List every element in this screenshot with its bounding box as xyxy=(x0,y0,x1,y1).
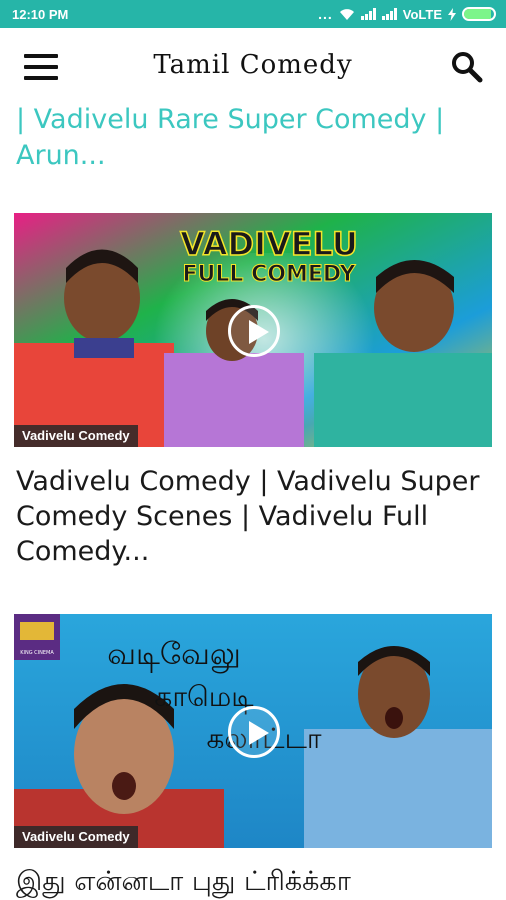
video-title[interactable]: Vadivelu Comedy | Vadivelu Super Comedy … xyxy=(16,464,490,569)
status-time: 12:10 PM xyxy=(12,6,69,22)
video-thumbnail[interactable]: KING CINEMA வடிவேலு காமெடி கலாட்டா Vadiv… xyxy=(14,614,492,848)
channel-badge: Vadivelu Comedy xyxy=(14,425,138,447)
signal-icon xyxy=(360,8,376,20)
video-title[interactable]: இது என்னடா புது ட்ரிக்க்கா xyxy=(16,864,490,899)
status-bar: 12:10 PM ... VoLTE xyxy=(0,0,506,28)
charging-icon xyxy=(448,7,456,21)
video-thumbnail[interactable]: VADIVELU FULL COMEDY Vadivelu Comedy xyxy=(14,213,492,447)
play-icon[interactable] xyxy=(228,305,280,357)
thumbnail-headline-1: VADIVELU xyxy=(180,225,358,263)
network-label: VoLTE xyxy=(402,6,442,22)
search-icon[interactable] xyxy=(450,50,484,84)
logo-text: KING CINEMA xyxy=(20,650,54,656)
thumbnail-headline-2: காமெடி xyxy=(154,680,254,714)
status-icons: ... VoLTE xyxy=(318,6,496,22)
thumbnail-headline-1: வடிவேலு xyxy=(107,637,241,673)
app-bar: Tamil Comedy xyxy=(0,28,506,102)
video-feed: | Vadivelu Rare Super Comedy | Arun... V… xyxy=(0,102,506,900)
play-icon[interactable] xyxy=(228,706,280,758)
battery-icon xyxy=(462,7,496,21)
video-title[interactable]: | Vadivelu Rare Super Comedy | Arun... xyxy=(16,102,490,174)
app-title: Tamil Comedy xyxy=(153,50,353,80)
wifi-icon xyxy=(339,8,354,20)
signal-icon xyxy=(381,8,397,20)
channel-badge: Vadivelu Comedy xyxy=(14,826,138,848)
thumbnail-headline-2: FULL COMEDY xyxy=(183,262,357,287)
more-notifications-indicator: ... xyxy=(318,6,333,22)
